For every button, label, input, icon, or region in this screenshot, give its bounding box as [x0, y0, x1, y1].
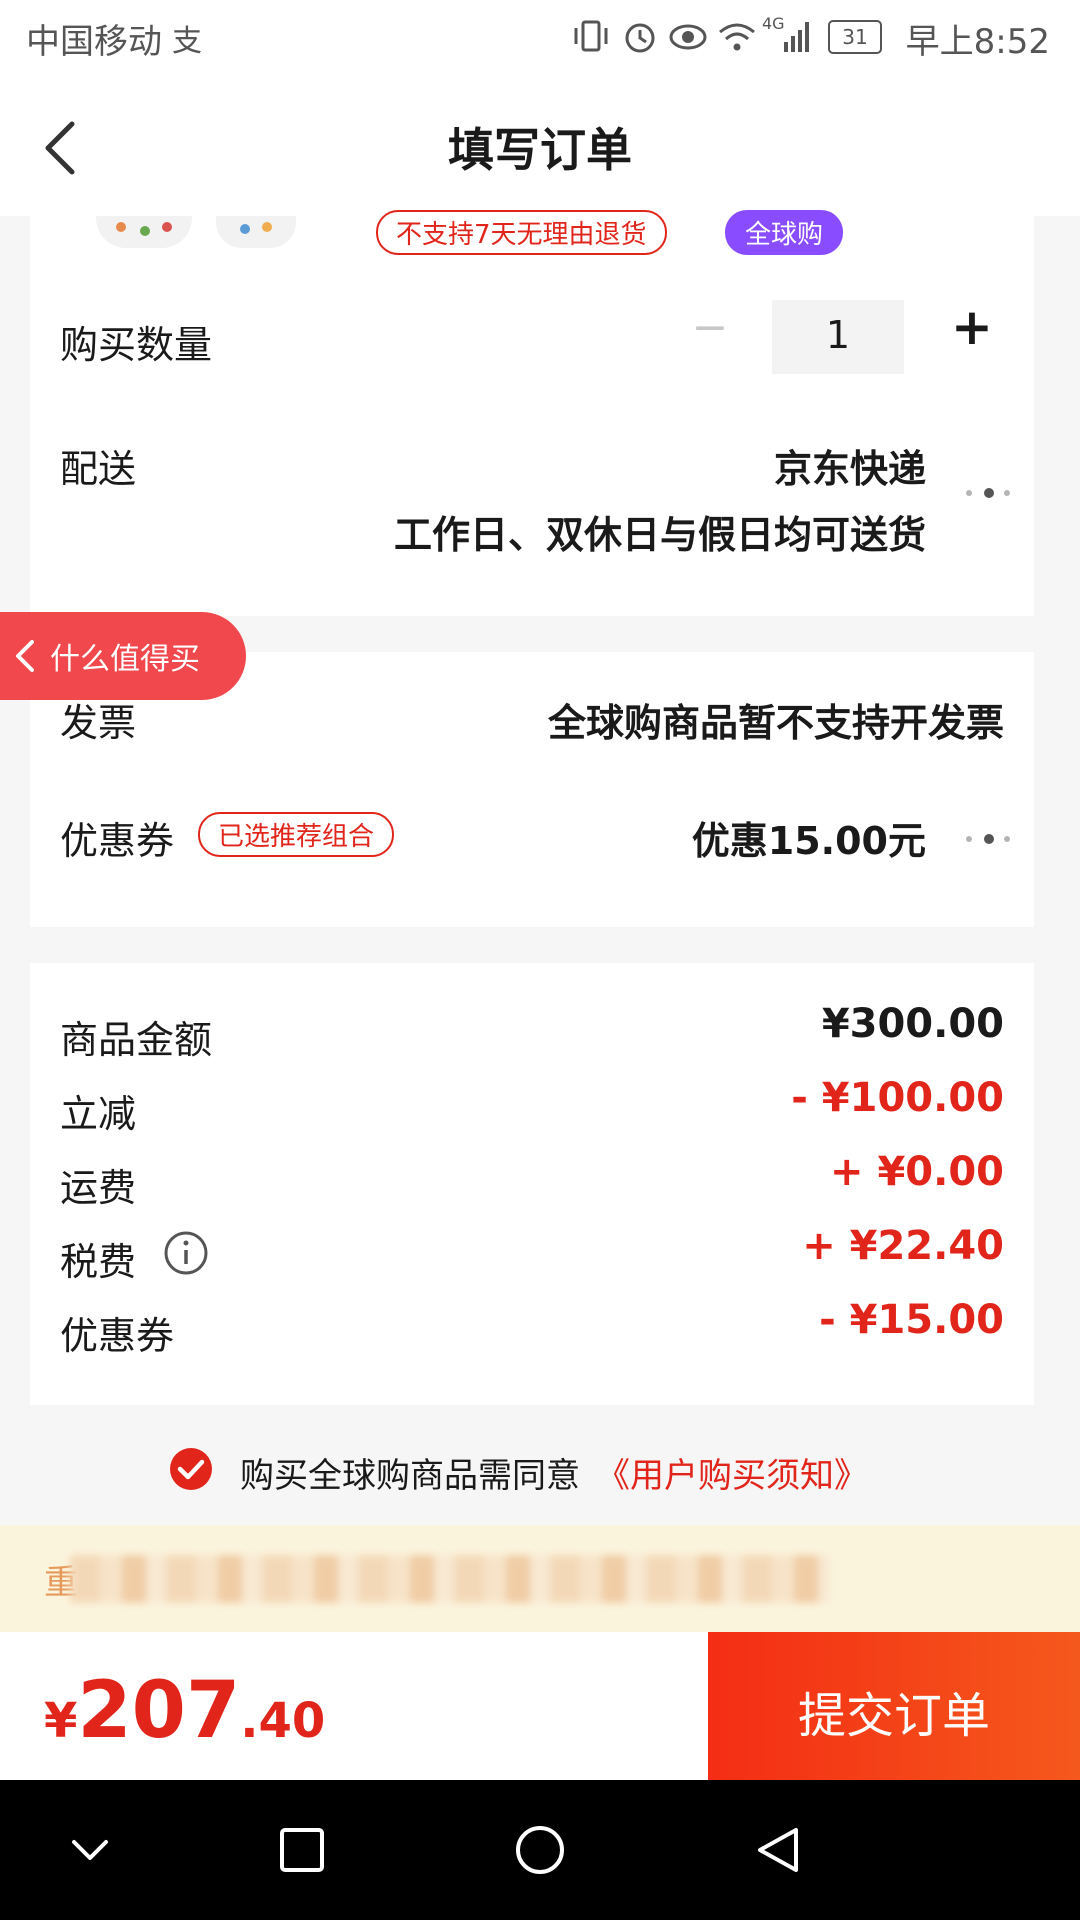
- delivery-schedule: 工作日、双休日与假日均可送货: [393, 513, 926, 557]
- nav-back-icon[interactable]: [752, 1824, 802, 1876]
- user-notice-link[interactable]: 《用户购买须知》: [596, 1448, 868, 1497]
- quantity-label: 购买数量: [60, 323, 213, 367]
- clock: 早上8:52: [905, 22, 1050, 62]
- page-title: 填写订单: [448, 123, 632, 177]
- no-return-tag: 不支持7天无理由退货: [376, 210, 667, 255]
- order-info-card: 不支持7天无理由退货 全球购 购买数量 − 1 + 配送 京东快递 工作日、双休…: [30, 210, 1034, 616]
- price-label-shipping: 运费: [60, 1166, 137, 1210]
- alipay-icon: 支: [172, 24, 202, 59]
- price-label-goods: 商品金额: [60, 1018, 213, 1062]
- status-bar: 中国移动 支 4G 31 早上8:52: [0, 0, 1080, 76]
- more-options-icon[interactable]: [958, 832, 1018, 846]
- signal-icon: [784, 22, 809, 52]
- quantity-input[interactable]: 1: [772, 300, 904, 374]
- product-thumbnail[interactable]: [96, 216, 192, 248]
- price-value-tax: + ¥22.40: [802, 1223, 1004, 1269]
- coupon-combo-badge: 已选推荐组合: [198, 812, 395, 857]
- notice-bar: 重: [0, 1525, 1080, 1632]
- invoice-label: 发票: [60, 701, 137, 745]
- increase-button[interactable]: +: [942, 298, 1002, 356]
- carrier-name: 中国移动: [26, 22, 162, 62]
- price-label-tax: 税费: [60, 1240, 137, 1284]
- invoice-row[interactable]: 发票 全球购商品暂不支持开发票: [30, 692, 1034, 752]
- nav-recents-icon[interactable]: [278, 1826, 326, 1874]
- price-breakdown-card: 商品金额 ¥300.00 立减 - ¥100.00 运费 + ¥0.00 税费 …: [30, 963, 1034, 1405]
- system-navigation-bar: [0, 1780, 1080, 1920]
- agreement-row: 购买全球购商品需同意 《用户购买须知》: [0, 1440, 1080, 1500]
- price-value-goods: ¥300.00: [821, 1001, 1004, 1047]
- eye-icon: [669, 24, 707, 50]
- price-label-coupon: 优惠券: [60, 1314, 175, 1358]
- agreement-text: 购买全球购商品需同意: [240, 1456, 580, 1496]
- info-icon[interactable]: [162, 1229, 210, 1277]
- delivery-row[interactable]: 配送 京东快递 工作日、双休日与假日均可送货: [30, 426, 1034, 566]
- total-currency: ¥: [44, 1693, 78, 1749]
- smzdm-float-tab[interactable]: 什么值得买: [0, 612, 246, 700]
- nav-home-icon[interactable]: [514, 1824, 566, 1876]
- total-decimal: .40: [240, 1693, 326, 1749]
- page-header: 填写订单: [0, 76, 1080, 216]
- price-value-discount: - ¥100.00: [791, 1075, 1004, 1121]
- delivery-carrier: 京东快递: [773, 447, 926, 491]
- vibrate-icon: [574, 20, 608, 52]
- total-price: ¥207.40: [44, 1666, 325, 1756]
- coupon-value: 优惠15.00元: [691, 819, 926, 863]
- alarm-icon: [625, 23, 655, 53]
- float-tab-label: 什么值得买: [50, 642, 200, 677]
- battery-icon: 31: [828, 20, 882, 54]
- global-purchase-tag: 全球购: [725, 210, 844, 255]
- more-options-icon[interactable]: [958, 486, 1018, 500]
- price-value-shipping: + ¥0.00: [830, 1149, 1004, 1195]
- total-integer: 207: [77, 1666, 241, 1756]
- coupon-label: 优惠券: [60, 819, 175, 863]
- decrease-button[interactable]: −: [680, 302, 740, 353]
- price-value-coupon: - ¥15.00: [819, 1297, 1004, 1343]
- quantity-stepper: − 1 +: [680, 298, 1010, 374]
- invoice-value: 全球购商品暂不支持开发票: [547, 701, 1004, 745]
- product-thumbnail[interactable]: [216, 216, 296, 248]
- chevron-left-icon: [16, 640, 34, 672]
- submit-order-button[interactable]: 提交订单: [708, 1632, 1080, 1780]
- nav-collapse-icon[interactable]: [68, 1832, 112, 1868]
- delivery-label: 配送: [60, 447, 137, 491]
- battery-level: 31: [842, 25, 868, 49]
- price-label-discount: 立减: [60, 1092, 137, 1136]
- checkbox-checked-icon[interactable]: [168, 1446, 214, 1492]
- submit-order-label: 提交订单: [797, 1688, 990, 1744]
- wifi-icon: [719, 23, 755, 51]
- blurred-notice-content: [70, 1555, 830, 1603]
- coupon-row[interactable]: 优惠券 已选推荐组合 优惠15.00元: [30, 810, 1034, 870]
